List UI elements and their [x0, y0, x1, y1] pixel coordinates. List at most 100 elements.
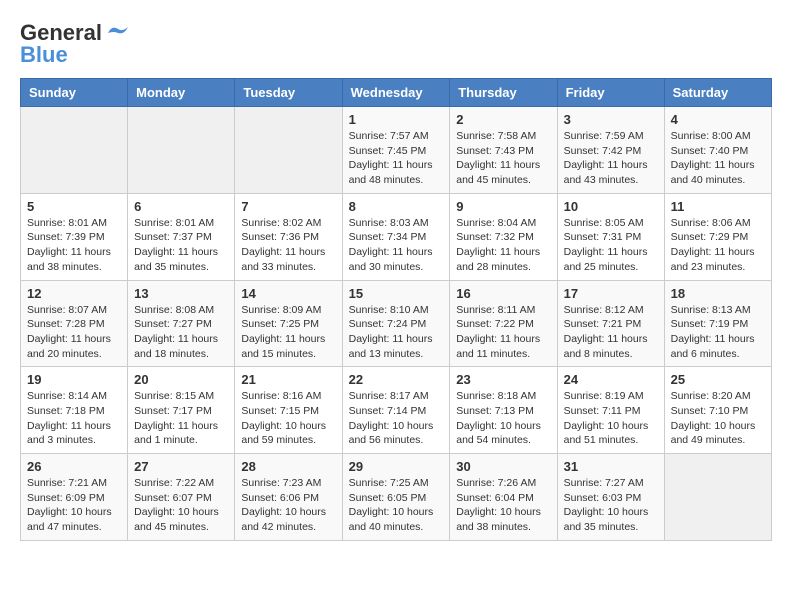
day-number: 24 [564, 372, 658, 387]
day-number: 23 [456, 372, 550, 387]
day-number: 22 [349, 372, 444, 387]
calendar-cell: 8 Sunrise: 8:03 AMSunset: 7:34 PMDaylight… [342, 193, 450, 280]
day-number: 30 [456, 459, 550, 474]
day-info: Sunrise: 8:13 AMSunset: 7:19 PMDaylight:… [671, 303, 765, 362]
calendar-cell: 19Sunrise: 8:14 AMSunset: 7:18 PMDayligh… [21, 367, 128, 454]
calendar-cell: 29 Sunrise: 7:25 AMSunset: 6:05 PMDayligh… [342, 454, 450, 541]
day-info: Sunrise: 8:01 AMSunset: 7:39 PMDaylight:… [27, 216, 121, 275]
day-info: Sunrise: 7:59 AMSunset: 7:42 PMDaylight:… [564, 129, 658, 188]
day-number: 25 [671, 372, 765, 387]
page-header: General Blue [20, 20, 772, 68]
calendar-cell [21, 107, 128, 194]
calendar-cell: 21Sunrise: 8:16 AMSunset: 7:15 PMDayligh… [235, 367, 342, 454]
day-number: 13 [134, 286, 228, 301]
calendar-cell: 13 Sunrise: 8:08 AMSunset: 7:27 PMDayligh… [128, 280, 235, 367]
calendar-table: Sunday Monday Tuesday Wednesday Thursday… [20, 78, 772, 541]
calendar-cell: 2Sunrise: 7:58 AMSunset: 7:43 PMDaylight… [450, 107, 557, 194]
calendar-cell [128, 107, 235, 194]
header-monday: Monday [128, 79, 235, 107]
day-number: 12 [27, 286, 121, 301]
day-info: Sunrise: 8:01 AMSunset: 7:37 PMDaylight:… [134, 216, 228, 275]
calendar-cell: 3Sunrise: 7:59 AMSunset: 7:42 PMDaylight… [557, 107, 664, 194]
calendar-cell: 10Sunrise: 8:05 AMSunset: 7:31 PMDayligh… [557, 193, 664, 280]
day-info: Sunrise: 7:26 AMSunset: 6:04 PMDaylight:… [456, 476, 550, 535]
calendar-cell: 4 Sunrise: 8:00 AMSunset: 7:40 PMDaylight… [664, 107, 771, 194]
calendar-cell: 26 Sunrise: 7:21 AMSunset: 6:09 PMDayligh… [21, 454, 128, 541]
day-number: 1 [349, 112, 444, 127]
day-info: Sunrise: 7:23 AMSunset: 6:06 PMDaylight:… [241, 476, 335, 535]
calendar-cell: 11Sunrise: 8:06 AMSunset: 7:29 PMDayligh… [664, 193, 771, 280]
day-number: 20 [134, 372, 228, 387]
calendar-cell: 5Sunrise: 8:01 AMSunset: 7:39 PMDaylight… [21, 193, 128, 280]
logo-blue: Blue [20, 42, 68, 68]
day-info: Sunrise: 8:11 AMSunset: 7:22 PMDaylight:… [456, 303, 550, 362]
calendar-body: 1 Sunrise: 7:57 AMSunset: 7:45 PMDaylight… [21, 107, 772, 541]
calendar-cell: 27 Sunrise: 7:22 AMSunset: 6:07 PMDayligh… [128, 454, 235, 541]
day-info: Sunrise: 8:00 AMSunset: 7:40 PMDaylight:… [671, 129, 765, 188]
day-number: 2 [456, 112, 550, 127]
day-number: 29 [349, 459, 444, 474]
calendar-cell: 30 Sunrise: 7:26 AMSunset: 6:04 PMDayligh… [450, 454, 557, 541]
calendar-cell [235, 107, 342, 194]
header-friday: Friday [557, 79, 664, 107]
day-info: Sunrise: 8:12 AMSunset: 7:21 PMDaylight:… [564, 303, 658, 362]
day-number: 4 [671, 112, 765, 127]
day-number: 31 [564, 459, 658, 474]
day-number: 27 [134, 459, 228, 474]
calendar-cell: 28 Sunrise: 7:23 AMSunset: 6:06 PMDayligh… [235, 454, 342, 541]
day-number: 28 [241, 459, 335, 474]
calendar-week-row: 1 Sunrise: 7:57 AMSunset: 7:45 PMDaylight… [21, 107, 772, 194]
calendar-cell: 23 Sunrise: 8:18 AMSunset: 7:13 PMDayligh… [450, 367, 557, 454]
day-info: Sunrise: 8:03 AMSunset: 7:34 PMDaylight:… [349, 216, 444, 275]
day-number: 19 [27, 372, 121, 387]
day-info: Sunrise: 8:09 AMSunset: 7:25 PMDaylight:… [241, 303, 335, 362]
calendar-week-row: 5Sunrise: 8:01 AMSunset: 7:39 PMDaylight… [21, 193, 772, 280]
day-number: 17 [564, 286, 658, 301]
day-info: Sunrise: 8:04 AMSunset: 7:32 PMDaylight:… [456, 216, 550, 275]
calendar-week-row: 26 Sunrise: 7:21 AMSunset: 6:09 PMDayligh… [21, 454, 772, 541]
calendar-cell: 6 Sunrise: 8:01 AMSunset: 7:37 PMDaylight… [128, 193, 235, 280]
day-info: Sunrise: 8:06 AMSunset: 7:29 PMDaylight:… [671, 216, 765, 275]
day-info: Sunrise: 7:27 AMSunset: 6:03 PMDaylight:… [564, 476, 658, 535]
day-number: 7 [241, 199, 335, 214]
day-info: Sunrise: 8:15 AMSunset: 7:17 PMDaylight:… [134, 389, 228, 448]
header-saturday: Saturday [664, 79, 771, 107]
calendar-week-row: 12 Sunrise: 8:07 AMSunset: 7:28 PMDayligh… [21, 280, 772, 367]
day-number: 6 [134, 199, 228, 214]
logo-bird-icon [104, 23, 132, 43]
day-number: 8 [349, 199, 444, 214]
calendar-cell: 15 Sunrise: 8:10 AMSunset: 7:24 PMDayligh… [342, 280, 450, 367]
day-number: 18 [671, 286, 765, 301]
day-number: 9 [456, 199, 550, 214]
day-info: Sunrise: 7:57 AMSunset: 7:45 PMDaylight:… [349, 129, 444, 188]
calendar-cell: 14Sunrise: 8:09 AMSunset: 7:25 PMDayligh… [235, 280, 342, 367]
day-info: Sunrise: 8:07 AMSunset: 7:28 PMDaylight:… [27, 303, 121, 362]
day-number: 26 [27, 459, 121, 474]
calendar-week-row: 19Sunrise: 8:14 AMSunset: 7:18 PMDayligh… [21, 367, 772, 454]
day-number: 15 [349, 286, 444, 301]
calendar-cell: 9 Sunrise: 8:04 AMSunset: 7:32 PMDaylight… [450, 193, 557, 280]
day-info: Sunrise: 7:22 AMSunset: 6:07 PMDaylight:… [134, 476, 228, 535]
calendar-cell: 12 Sunrise: 8:07 AMSunset: 7:28 PMDayligh… [21, 280, 128, 367]
calendar-cell: 20 Sunrise: 8:15 AMSunset: 7:17 PMDayligh… [128, 367, 235, 454]
day-info: Sunrise: 7:21 AMSunset: 6:09 PMDaylight:… [27, 476, 121, 535]
header-sunday: Sunday [21, 79, 128, 107]
day-info: Sunrise: 8:02 AMSunset: 7:36 PMDaylight:… [241, 216, 335, 275]
day-info: Sunrise: 8:18 AMSunset: 7:13 PMDaylight:… [456, 389, 550, 448]
calendar-cell: 31 Sunrise: 7:27 AMSunset: 6:03 PMDayligh… [557, 454, 664, 541]
day-info: Sunrise: 7:25 AMSunset: 6:05 PMDaylight:… [349, 476, 444, 535]
day-info: Sunrise: 8:05 AMSunset: 7:31 PMDaylight:… [564, 216, 658, 275]
day-info: Sunrise: 8:08 AMSunset: 7:27 PMDaylight:… [134, 303, 228, 362]
calendar-cell: 22 Sunrise: 8:17 AMSunset: 7:14 PMDayligh… [342, 367, 450, 454]
header-thursday: Thursday [450, 79, 557, 107]
calendar-cell: 7 Sunrise: 8:02 AMSunset: 7:36 PMDaylight… [235, 193, 342, 280]
calendar-cell: 24Sunrise: 8:19 AMSunset: 7:11 PMDayligh… [557, 367, 664, 454]
logo: General Blue [20, 20, 132, 68]
day-number: 16 [456, 286, 550, 301]
header-tuesday: Tuesday [235, 79, 342, 107]
calendar-cell: 1 Sunrise: 7:57 AMSunset: 7:45 PMDaylight… [342, 107, 450, 194]
day-info: Sunrise: 8:17 AMSunset: 7:14 PMDaylight:… [349, 389, 444, 448]
header-wednesday: Wednesday [342, 79, 450, 107]
day-info: Sunrise: 8:10 AMSunset: 7:24 PMDaylight:… [349, 303, 444, 362]
calendar-cell: 18 Sunrise: 8:13 AMSunset: 7:19 PMDayligh… [664, 280, 771, 367]
